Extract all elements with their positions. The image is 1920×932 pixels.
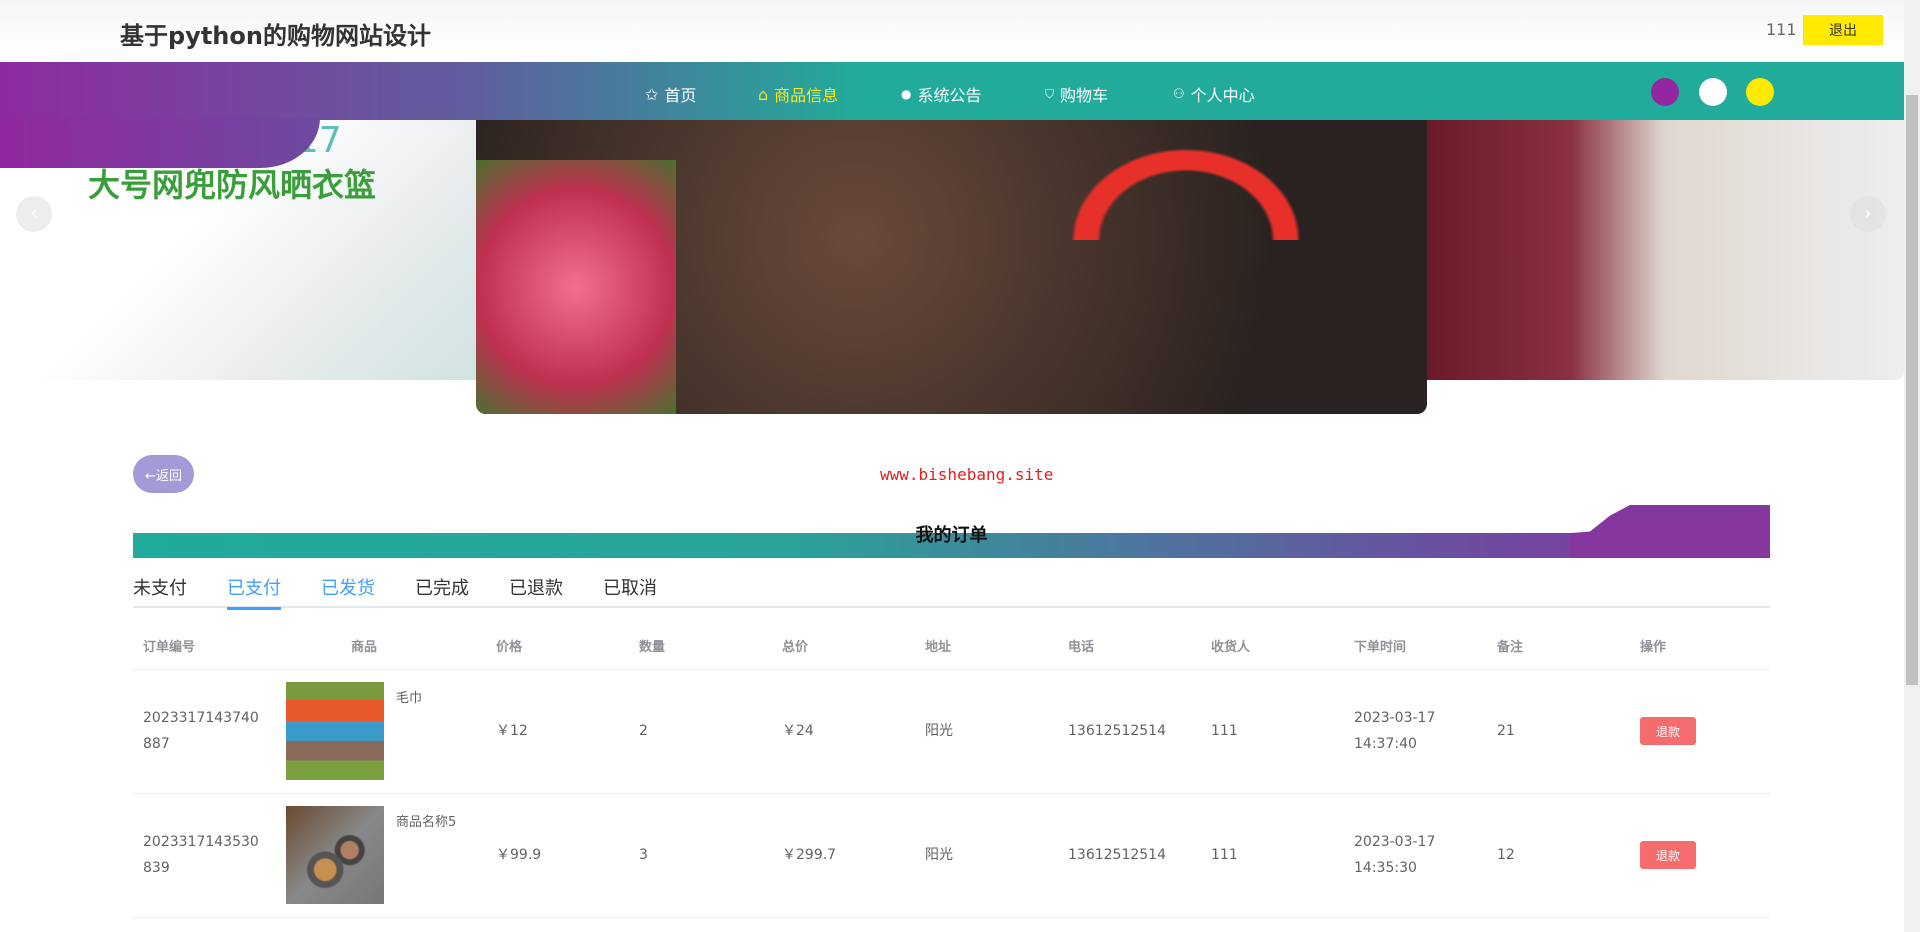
product-name: 毛巾 <box>396 691 423 706</box>
table-row: 2023317143530839 商品名称5 ￥99.9 3 ￥299.7 阳光… <box>133 793 1770 918</box>
tab-unpaid[interactable]: 未支付 <box>133 574 187 608</box>
nav-label: 首页 <box>664 86 697 105</box>
back-button[interactable]: ←返回 <box>133 455 194 493</box>
theme-yellow-button[interactable] <box>1746 78 1774 106</box>
orders-table: 订单编号 商品 价格 数量 总价 地址 电话 收货人 下单时间 备注 操作 20… <box>133 622 1770 918</box>
col-header: 数量 <box>629 622 772 670</box>
carousel: 2017 大号网兜防风晒衣篮 ‹ › <box>0 120 1904 420</box>
col-header: 收货人 <box>1201 622 1344 670</box>
phone: 13612512514 <box>1058 669 1201 794</box>
col-header: 订单编号 <box>133 622 276 670</box>
carousel-prev-button[interactable]: ‹ <box>16 196 52 232</box>
nav-label: 系统公告 <box>917 86 982 105</box>
note: 21 <box>1487 669 1630 794</box>
note: 12 <box>1487 793 1630 918</box>
username: 111 <box>1766 20 1797 39</box>
action-cell: 退款 <box>1630 669 1770 794</box>
scrollbar-thumb[interactable] <box>1906 95 1918 685</box>
nav-bar: ✩ 首页 ⌂ 商品信息 ● 系统公告 ⛉ 购物车 ⚇ 个人中心 <box>0 62 1904 120</box>
bag-icon: ⌂ <box>758 84 769 104</box>
section-banner: 我的订单 <box>133 505 1770 558</box>
col-header: 商品 <box>276 622 486 670</box>
nav-products[interactable]: ⌂ 商品信息 <box>758 82 838 106</box>
table-header: 订单编号 商品 价格 数量 总价 地址 电话 收货人 下单时间 备注 操作 <box>133 622 1770 670</box>
receiver: 111 <box>1201 669 1344 794</box>
refund-button[interactable]: 退款 <box>1640 717 1696 745</box>
tab-paid[interactable]: 已支付 <box>227 574 281 610</box>
nav-decoration <box>0 118 320 168</box>
order-time: 2023-03-17 14:37:40 <box>1344 669 1487 794</box>
nav-label: 商品信息 <box>774 86 839 105</box>
carousel-slide-center[interactable] <box>476 120 1427 414</box>
scrollbar[interactable] <box>1904 0 1920 932</box>
order-time: 2023-03-17 14:35:30 <box>1344 793 1487 918</box>
info-icon: ● <box>901 87 912 101</box>
nav-home[interactable]: ✩ 首页 <box>645 82 696 106</box>
product-name: 商品名称5 <box>396 815 457 830</box>
order-id: 2023317143530839 <box>133 793 276 918</box>
order-id: 2023317143740887 <box>133 669 276 794</box>
tab-shipped[interactable]: 已发货 <box>321 574 375 608</box>
quantity: 2 <box>629 669 772 794</box>
action-cell: 退款 <box>1630 793 1770 918</box>
col-header: 地址 <box>915 622 1058 670</box>
col-header: 备注 <box>1487 622 1630 670</box>
cart-icon: ⛉ <box>1045 86 1055 101</box>
carousel-next-button[interactable]: › <box>1850 196 1886 232</box>
product-cell: 毛巾 <box>276 669 486 794</box>
total: ￥299.7 <box>772 793 915 918</box>
header: 基于python的购物网站设计 111 退出 <box>0 0 1904 62</box>
receiver: 111 <box>1201 793 1344 918</box>
address: 阳光 <box>915 793 1058 918</box>
tab-refunded[interactable]: 已退款 <box>509 574 563 608</box>
nav-label: 个人中心 <box>1190 86 1255 105</box>
order-tabs: 未支付 已支付 已发货 已完成 已退款 已取消 <box>133 574 1770 610</box>
product-image <box>286 806 384 904</box>
col-header: 操作 <box>1630 622 1770 670</box>
table-row: 2023317143740887 毛巾 ￥12 2 ￥24 阳光 1361251… <box>133 669 1770 794</box>
tab-cancelled[interactable]: 已取消 <box>603 574 657 608</box>
product-image <box>286 682 384 780</box>
col-header: 下单时间 <box>1344 622 1487 670</box>
phone: 13612512514 <box>1058 793 1201 918</box>
price: ￥99.9 <box>486 793 629 918</box>
address: 阳光 <box>915 669 1058 794</box>
quantity: 3 <box>629 793 772 918</box>
carousel-slide-right[interactable] <box>1427 120 1904 380</box>
nav-label: 购物车 <box>1060 86 1109 105</box>
nav-profile[interactable]: ⚇ 个人中心 <box>1173 82 1255 106</box>
refund-button[interactable]: 退款 <box>1640 841 1696 869</box>
logout-button[interactable]: 退出 <box>1803 15 1883 45</box>
star-icon: ✩ <box>645 84 659 104</box>
col-header: 总价 <box>772 622 915 670</box>
total: ￥24 <box>772 669 915 794</box>
nav-notice[interactable]: ● 系统公告 <box>901 82 982 106</box>
theme-purple-button[interactable] <box>1651 78 1679 106</box>
nav-cart[interactable]: ⛉ 购物车 <box>1045 82 1108 106</box>
user-icon: ⚇ <box>1173 86 1185 102</box>
tab-completed[interactable]: 已完成 <box>415 574 469 608</box>
price: ￥12 <box>486 669 629 794</box>
col-header: 电话 <box>1058 622 1201 670</box>
watermark: www.bishebang.site <box>880 465 1054 484</box>
theme-white-button[interactable] <box>1699 78 1727 106</box>
site-title: 基于python的购物网站设计 <box>120 22 431 50</box>
section-title: 我的订单 <box>915 525 988 546</box>
col-header: 价格 <box>486 622 629 670</box>
product-cell: 商品名称5 <box>276 793 486 918</box>
